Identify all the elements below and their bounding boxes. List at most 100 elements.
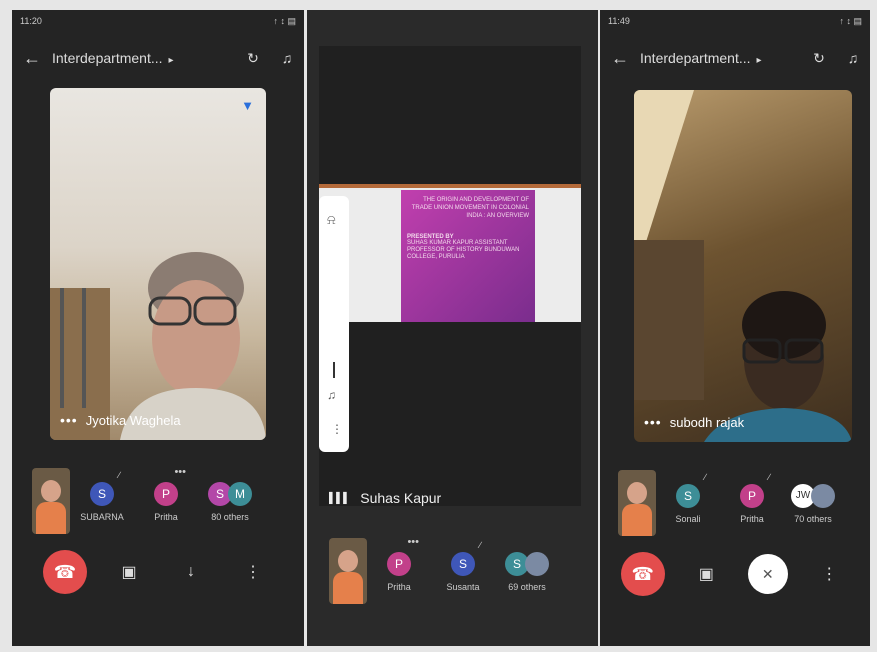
meeting-title[interactable]: Interdepartment... ▸ [52,50,236,66]
avatar: P [154,482,178,506]
mic-icon: ↓ [187,563,195,580]
others-count: 80 others [211,512,249,522]
pin-icon[interactable]: ▼ [241,98,254,113]
end-call-button[interactable]: ☎ [620,552,665,596]
avatar-photo [811,484,835,508]
avatar-photo [525,552,549,576]
more-dots-icon[interactable]: ⋮ [331,422,343,436]
end-call-button[interactable]: ☎ [43,550,87,594]
speaker-video-tile[interactable]: ••• subodh rajak [634,90,852,442]
chevron-right-icon: ▸ [756,55,762,66]
speaker-video-feed [50,252,266,440]
meeting-title[interactable]: Interdepartment... ▸ [640,50,802,66]
presentation-area: THE ORIGIN AND DEVELOPMENT OF TRADE UNIO… [319,46,581,506]
participant-name: Pritha [387,582,411,592]
status-signal: ↑ ↕ ▤ [273,16,296,26]
participant-name: Sonali [675,514,701,524]
participant-tile[interactable]: ••• P Pritha [367,536,431,592]
speaker-icon[interactable]: ♫ [836,50,870,66]
self-view-thumbnail[interactable] [329,538,367,604]
avatar: S [676,484,700,508]
more-vert-icon: ⋮ [245,564,261,581]
call-controls: ☎ ▣ ✕ ⋮ [610,552,860,596]
speaker-name-tag: ••• Jyotika Waghela [60,412,181,428]
status-time: 11:49 [608,16,630,26]
meet-panel-1: 11:20 ↑ ↕ ▤ ← Interdepartment... ▸ ↻ ♫ ▼ … [12,10,304,646]
mic-off-icon: ∕ [479,540,481,550]
speaker-name: subodh rajak [669,414,745,430]
others-tile[interactable]: JW 70 others [784,470,842,524]
mic-off-icon: ∕ [118,470,120,480]
chevron-right-icon: ▸ [168,55,174,66]
others-count: 70 others [794,514,832,524]
presenter-name: Suhas Kapur [360,490,442,506]
back-arrow-icon[interactable]: ← [600,48,640,69]
volume-icon[interactable]: ♫ [327,388,336,402]
video-icon: ▣ [121,564,137,581]
avatar: S [451,552,475,576]
more-vert-icon: ⋮ [821,566,838,583]
slide-content: THE ORIGIN AND DEVELOPMENT OF TRADE UNIO… [401,190,535,322]
meeting-title-text: Interdepartment... [640,50,751,66]
others-tile[interactable]: S 69 others [495,538,559,592]
participant-strip: ∕ S SUBARNA ••• P Pritha S M 80 others [32,466,262,534]
switch-camera-icon[interactable]: ↻ [236,50,270,67]
notification-icon[interactable]: ⍾ [327,212,336,228]
status-bar: 11:49 ↑ ↕ ▤ [608,16,862,30]
divider-line [333,362,335,378]
meet-panel-2: THE ORIGIN AND DEVELOPMENT OF TRADE UNIO… [307,10,598,646]
participant-name: SUBARNA [80,512,124,522]
participant-name: Pritha [154,512,178,522]
speaker-icon[interactable]: ♫ [270,50,304,66]
speaker-video-tile[interactable]: ▼ ••• Jyotika Waghela [50,88,266,440]
audio-bars-icon: ▌▌▌ [329,492,351,504]
mic-toggle-button[interactable]: ✕ [747,554,788,594]
meet-panel-3: 11:49 ↑ ↕ ▤ ← Interdepartment... ▸ ↻ ♫ ••… [600,10,870,646]
participant-tile[interactable]: ∕ S Sonali [656,470,720,524]
participant-tile[interactable]: ••• P Pritha [134,466,198,522]
self-view-thumbnail[interactable] [32,468,70,534]
back-arrow-icon[interactable]: ← [12,48,52,69]
end-call-icon: ☎ [53,561,77,582]
participant-tile[interactable]: ∕ S Susanta [431,538,495,592]
others-tile[interactable]: S M 80 others [198,468,262,522]
speaker-name-tag: ••• subodh rajak [644,414,744,430]
participant-name: Susanta [446,582,480,592]
meeting-header: ← Interdepartment... ▸ ↻ ♫ [12,40,304,76]
mic-off-icon: ∕ [768,472,770,482]
mic-toggle-button[interactable]: ↓ [171,552,211,592]
avatar: M [228,482,252,506]
more-options-icon[interactable]: ••• [174,466,186,478]
status-signal: ↑ ↕ ▤ [839,16,862,26]
floating-toolbar: ⍾ ♫ ⋮ [319,196,349,452]
more-options-icon[interactable]: ••• [60,412,78,428]
speaker-video-feed [634,90,852,442]
others-count: 69 others [508,582,546,592]
participant-strip: ••• P Pritha ∕ S Susanta S 69 others [329,536,559,604]
video-toggle-button[interactable]: ▣ [109,552,149,592]
avatar: P [740,484,764,508]
end-call-icon: ☎ [631,563,654,584]
more-options-icon[interactable]: ••• [644,414,662,430]
self-view-thumbnail[interactable] [618,470,656,536]
more-options-button[interactable]: ⋮ [809,554,849,594]
more-options-button[interactable]: ⋮ [233,552,273,592]
avatar: S [90,482,114,506]
participant-name: Pritha [740,514,764,524]
participant-tile[interactable]: ∕ P Pritha [720,470,784,524]
avatar: P [387,552,411,576]
slide-byline: SUHAS KUMAR KAPUR ASSISTANT PROFESSOR OF… [407,240,520,260]
participant-tile[interactable]: ∕ S SUBARNA [70,468,134,522]
meeting-title-text: Interdepartment... [52,50,163,66]
video-toggle-button[interactable]: ▣ [686,554,726,594]
presenter-tag: ▌▌▌ Suhas Kapur [329,490,441,506]
mic-off-icon: ✕ [761,565,774,582]
switch-camera-icon[interactable]: ↻ [802,50,836,67]
status-bar: 11:20 ↑ ↕ ▤ [20,16,296,30]
mic-off-icon: ∕ [704,472,706,482]
presentation-slide[interactable]: THE ORIGIN AND DEVELOPMENT OF TRADE UNIO… [319,184,581,322]
speaker-name: Jyotika Waghela [85,412,181,428]
more-options-icon[interactable]: ••• [407,536,419,548]
meeting-header: ← Interdepartment... ▸ ↻ ♫ [600,40,870,76]
slide-title: THE ORIGIN AND DEVELOPMENT OF TRADE UNIO… [411,197,529,219]
